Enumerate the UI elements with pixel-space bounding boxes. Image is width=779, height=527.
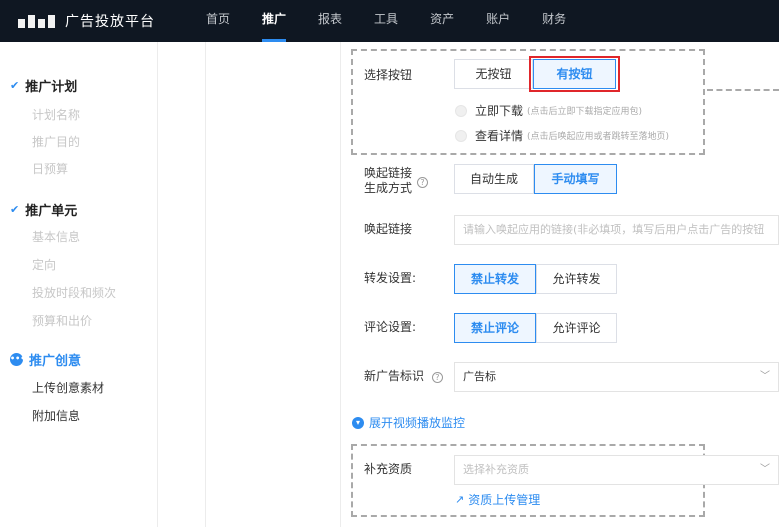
sidebar-group-label: 推广单元 bbox=[25, 204, 78, 219]
nav-assets[interactable]: 资产 bbox=[430, 0, 454, 42]
deeplink-label: 唤起链接 bbox=[364, 222, 413, 236]
auto-generate-option[interactable]: 自动生成 bbox=[454, 164, 534, 194]
qualification-upload-link[interactable]: ↗ 资质上传管理 bbox=[455, 491, 540, 508]
sidebar-group-label: 推广计划 bbox=[25, 80, 78, 95]
chevron-down-icon: ﹀ bbox=[760, 464, 770, 475]
label-text: 生成方式 bbox=[364, 181, 413, 195]
nav-tools[interactable]: 工具 bbox=[374, 0, 398, 42]
no-button-option[interactable]: 无按钮 bbox=[454, 59, 533, 89]
sidebar-item-upload-creative[interactable]: 上传创意素材 bbox=[32, 379, 104, 396]
label-text: 新广告标识 bbox=[364, 369, 425, 383]
forbid-comment-option[interactable]: 禁止评论 bbox=[454, 313, 536, 343]
nav-reports[interactable]: 报表 bbox=[318, 0, 342, 42]
sidebar-group-unit[interactable]: ✔ 推广单元 bbox=[10, 200, 77, 219]
view-details-radio[interactable]: 查看详情 (点击后唤起应用或者跳转至落地页) bbox=[455, 127, 669, 144]
nav-home[interactable]: 首页 bbox=[206, 0, 230, 42]
radio-hint: (点击后唤起应用或者跳转至落地页) bbox=[527, 132, 670, 142]
sidebar-group-label: 推广创意 bbox=[29, 354, 82, 369]
expand-monitor-link[interactable]: ▾ 展开视频播放监控 bbox=[352, 414, 465, 431]
sidebar-item-bid[interactable]: 预算和出价 bbox=[32, 312, 92, 329]
label-line: 唤起链接 bbox=[364, 166, 413, 180]
link-text: 展开视频播放监控 bbox=[369, 416, 466, 430]
radio-label: 查看详情 bbox=[475, 129, 524, 143]
allow-forward-option[interactable]: 允许转发 bbox=[536, 264, 617, 294]
chevron-down-icon: ▾ bbox=[352, 416, 364, 429]
sub-column bbox=[158, 42, 206, 527]
radio-label: 立即下载 bbox=[475, 104, 524, 118]
sidebar-group-creative[interactable]: ••• 推广创意 bbox=[10, 350, 81, 369]
brand-logo-icon bbox=[18, 14, 55, 28]
in-progress-icon: ••• bbox=[10, 353, 25, 366]
sidebar-item-schedule[interactable]: 投放时段和频次 bbox=[32, 284, 116, 301]
deeplink-input[interactable]: 请输入唤起应用的链接(非必填项，填写后用户点击广告的按钮 bbox=[454, 215, 779, 245]
selected-value: 广告标 bbox=[463, 370, 496, 383]
link-text: 资质上传管理 bbox=[468, 493, 541, 507]
external-link-icon: ↗ bbox=[455, 493, 465, 506]
sidebar-item-plan-name[interactable]: 计划名称 bbox=[32, 106, 80, 123]
deeplink-mode-label: 唤起链接 生成方式 bbox=[364, 166, 412, 196]
highlight-box bbox=[529, 56, 620, 92]
divider bbox=[340, 42, 341, 527]
logo: 广告投放平台 bbox=[18, 11, 206, 31]
sidebar-item-targeting[interactable]: 定向 bbox=[32, 256, 56, 273]
annotation-connector bbox=[707, 89, 779, 91]
ad-tag-select[interactable]: 广告标 ﹀ bbox=[454, 362, 779, 392]
button-choice-label: 选择按钮 bbox=[364, 68, 413, 82]
nav-account[interactable]: 账户 bbox=[486, 0, 510, 42]
comment-label: 评论设置: bbox=[364, 320, 417, 334]
sidebar-item-goal[interactable]: 推广目的 bbox=[32, 133, 80, 150]
label-line: 生成方式 bbox=[364, 181, 412, 196]
chevron-down-icon: ﹀ bbox=[760, 371, 770, 382]
download-now-radio[interactable]: 立即下载 (点击后立即下载指定应用包) bbox=[455, 102, 642, 119]
help-icon[interactable]: ? bbox=[431, 372, 443, 383]
main-nav: 首页 推广 报表 工具 资产 账户 财务 bbox=[206, 0, 598, 42]
forbid-forward-option[interactable]: 禁止转发 bbox=[454, 264, 536, 294]
allow-comment-option[interactable]: 允许评论 bbox=[536, 313, 617, 343]
radio-icon bbox=[455, 129, 467, 142]
step-sidebar: ✔ 推广计划 计划名称 推广目的 日预算 ✔ 推广单元 基本信息 定向 投放时段… bbox=[0, 42, 158, 527]
sidebar-item-basic-info[interactable]: 基本信息 bbox=[32, 228, 80, 245]
sidebar-group-campaign[interactable]: ✔ 推广计划 bbox=[10, 76, 77, 95]
sidebar-item-extra-info[interactable]: 附加信息 bbox=[32, 407, 80, 424]
manual-fill-option[interactable]: 手动填写 bbox=[534, 164, 617, 194]
radio-hint: (点击后立即下载指定应用包) bbox=[527, 107, 643, 117]
app-title: 广告投放平台 bbox=[65, 14, 155, 30]
top-navigation-bar: 广告投放平台 首页 推广 报表 工具 资产 账户 财务 bbox=[0, 0, 779, 42]
help-icon[interactable]: ? bbox=[417, 177, 428, 188]
nav-finance[interactable]: 财务 bbox=[542, 0, 566, 42]
ad-tag-label: 新广告标识 ? bbox=[364, 369, 443, 384]
qualification-label: 补充资质 bbox=[364, 462, 413, 476]
sidebar-item-daily-budget[interactable]: 日预算 bbox=[32, 160, 68, 177]
check-icon: ✔ bbox=[10, 79, 20, 92]
forward-label: 转发设置: bbox=[364, 271, 417, 285]
qualification-select[interactable]: 选择补充资质 ﹀ bbox=[454, 455, 779, 485]
check-icon: ✔ bbox=[10, 203, 20, 216]
select-placeholder: 选择补充资质 bbox=[463, 463, 529, 476]
radio-icon bbox=[455, 104, 467, 117]
nav-promotion[interactable]: 推广 bbox=[262, 0, 287, 42]
